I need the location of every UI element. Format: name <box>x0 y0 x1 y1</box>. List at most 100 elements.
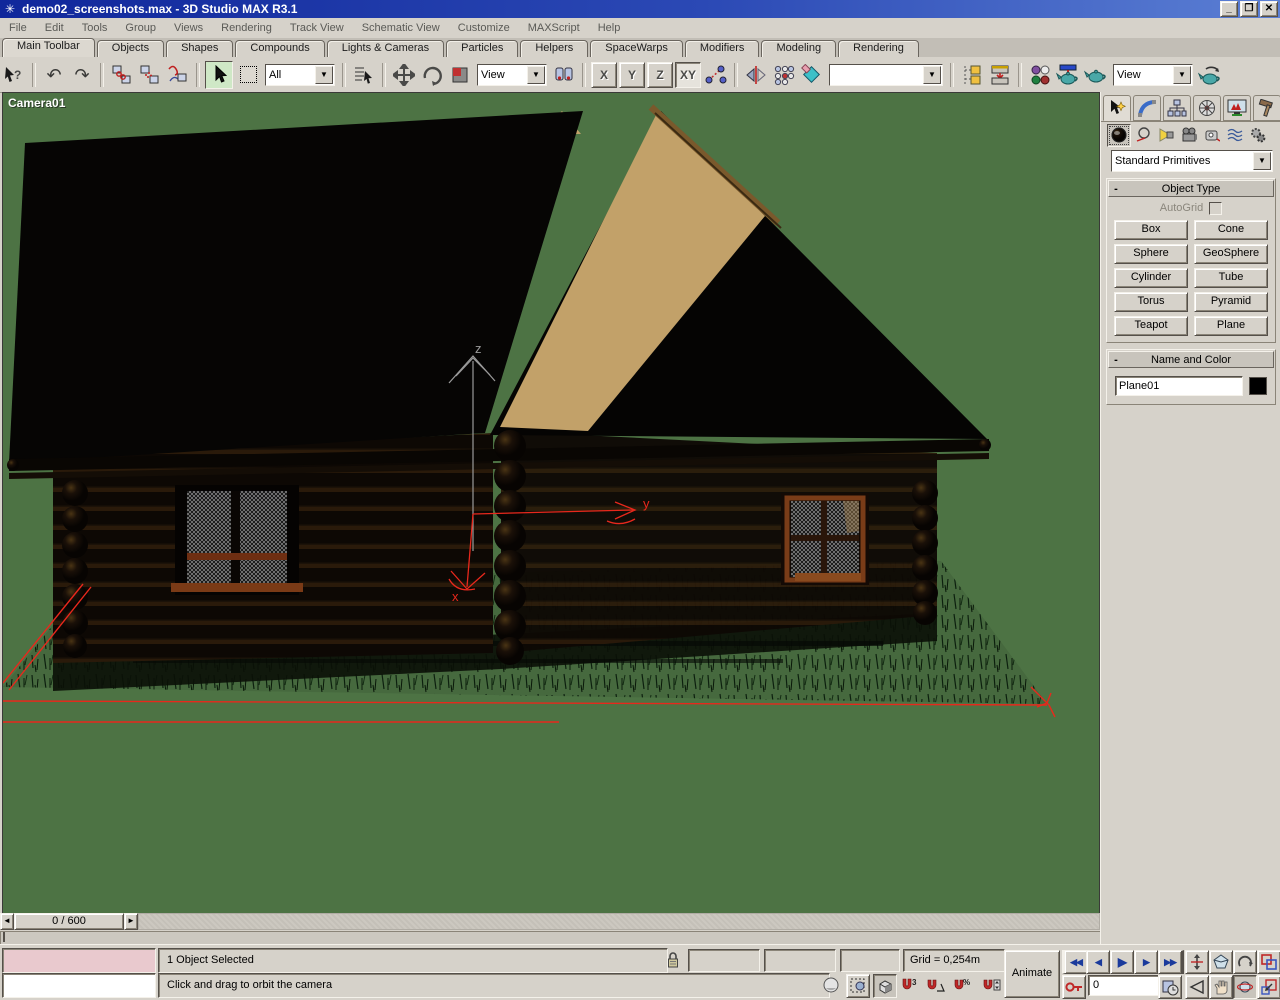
unlink-selection-icon[interactable] <box>137 62 163 88</box>
maxscript-mini-listener-script[interactable] <box>2 973 156 998</box>
mirror-icon[interactable] <box>743 62 769 88</box>
time-slider-track[interactable] <box>138 913 1100 930</box>
maxscript-mini-listener-macro[interactable] <box>2 948 156 973</box>
tab-modifiers[interactable]: Modifiers <box>685 40 760 57</box>
tab-objects[interactable]: Objects <box>97 40 164 57</box>
close-button[interactable]: ✕ <box>1260 1 1278 17</box>
chevron-down-icon[interactable]: ▼ <box>923 66 941 84</box>
chevron-down-icon[interactable]: ▼ <box>1253 152 1271 170</box>
selection-filter-dropdown[interactable]: All▼ <box>265 64 335 86</box>
box-button[interactable]: Box <box>1114 220 1188 240</box>
named-selection-sets-dropdown[interactable]: ▼ <box>829 64 943 86</box>
shapes-icon[interactable] <box>1132 125 1154 146</box>
sphere-button[interactable]: Sphere <box>1114 244 1188 264</box>
min-max-toggle-icon[interactable] <box>1257 975 1280 999</box>
modify-tab[interactable] <box>1133 95 1161 121</box>
percent-snap-icon[interactable]: % <box>951 974 973 996</box>
menu-track-view[interactable]: Track View <box>281 19 353 37</box>
material-editor-icon[interactable] <box>1027 62 1053 88</box>
menu-schematic-view[interactable]: Schematic View <box>353 19 449 37</box>
quick-render-icon[interactable] <box>1083 62 1109 88</box>
menu-file[interactable]: File <box>0 19 36 37</box>
viewport-label[interactable]: Camera01 <box>8 96 65 110</box>
tab-helpers[interactable]: Helpers <box>520 40 588 57</box>
tab-spacewarps[interactable]: SpaceWarps <box>590 40 683 57</box>
key-mode-toggle-icon[interactable] <box>1062 975 1086 999</box>
goto-end-button[interactable]: ▶▶ <box>1158 950 1184 974</box>
menu-rendering[interactable]: Rendering <box>212 19 281 37</box>
primitive-category-dropdown[interactable]: Standard Primitives ▼ <box>1111 150 1273 172</box>
tab-particles[interactable]: Particles <box>446 40 518 57</box>
track-view-icon[interactable] <box>959 62 985 88</box>
systems-icon[interactable] <box>1247 125 1269 146</box>
time-configuration-icon[interactable] <box>1158 975 1182 999</box>
coordinate-y-field[interactable] <box>764 949 836 972</box>
help-mode-icon[interactable]: ? <box>1 62 27 88</box>
time-slider-handle[interactable]: 0 / 600 <box>14 913 124 930</box>
bind-to-spacewarp-icon[interactable] <box>165 62 191 88</box>
collapse-icon[interactable]: - <box>1109 354 1123 366</box>
tab-shapes[interactable]: Shapes <box>166 40 233 57</box>
hierarchy-tab[interactable] <box>1163 95 1191 121</box>
display-tab[interactable] <box>1223 95 1251 121</box>
tab-lights-cameras[interactable]: Lights & Cameras <box>327 40 444 57</box>
coordinate-x-field[interactable] <box>688 949 760 972</box>
torus-button[interactable]: Torus <box>1114 292 1188 312</box>
align-icon[interactable] <box>799 62 825 88</box>
camera-viewport[interactable]: z y x <box>2 92 1100 914</box>
tab-modeling[interactable]: Modeling <box>761 40 836 57</box>
cylinder-button[interactable]: Cylinder <box>1114 268 1188 288</box>
use-pivot-center-icon[interactable] <box>551 62 577 88</box>
select-and-manipulate-icon[interactable] <box>703 62 729 88</box>
restrict-z-button[interactable]: Z <box>647 62 673 88</box>
truck-camera-icon[interactable] <box>1209 975 1233 999</box>
play-button[interactable]: ▶ <box>1110 950 1134 974</box>
goto-start-button[interactable]: ◀◀ <box>1062 950 1088 974</box>
redo-icon[interactable]: ↷ <box>69 62 95 88</box>
minimize-button[interactable]: _ <box>1220 1 1238 17</box>
track-bar-marker[interactable] <box>3 932 5 942</box>
autogrid-checkbox[interactable] <box>1209 202 1222 215</box>
geometry-icon[interactable] <box>1107 124 1131 147</box>
chevron-down-icon[interactable]: ▼ <box>1173 66 1191 84</box>
select-and-link-icon[interactable] <box>109 62 135 88</box>
angle-snap-icon[interactable] <box>925 974 947 996</box>
roll-camera-icon[interactable] <box>1233 950 1257 974</box>
menu-views[interactable]: Views <box>165 19 212 37</box>
window-crossing-toggle-icon[interactable] <box>846 974 870 998</box>
render-last-icon[interactable] <box>1197 62 1223 88</box>
snap-3d-icon[interactable]: 3 <box>899 974 921 996</box>
spinner-snap-icon[interactable] <box>981 974 1003 996</box>
plane-button[interactable]: Plane <box>1194 316 1268 336</box>
teapot-button[interactable]: Teapot <box>1114 316 1188 336</box>
helpers-icon[interactable] <box>1201 125 1223 146</box>
cone-button[interactable]: Cone <box>1194 220 1268 240</box>
restrict-x-button[interactable]: X <box>591 62 617 88</box>
space-warps-icon[interactable] <box>1224 125 1246 146</box>
field-of-view-icon[interactable] <box>1185 975 1209 999</box>
tab-main-toolbar[interactable]: Main Toolbar <box>2 38 95 57</box>
select-by-name-icon[interactable] <box>351 62 377 88</box>
current-frame-field[interactable]: 0 <box>1088 975 1160 996</box>
reference-coordinate-dropdown[interactable]: View▼ <box>477 64 547 86</box>
time-slider-prev-arrow[interactable]: ◄ <box>0 913 14 930</box>
array-icon[interactable] <box>771 62 797 88</box>
degradation-override-cube-icon[interactable] <box>873 974 897 998</box>
coordinate-z-field[interactable] <box>840 949 900 972</box>
menu-help[interactable]: Help <box>589 19 630 37</box>
chevron-down-icon[interactable]: ▼ <box>315 66 333 84</box>
restore-button[interactable]: ❐ <box>1240 1 1258 17</box>
orbit-camera-icon[interactable] <box>1233 975 1257 999</box>
perspective-icon[interactable] <box>1209 950 1233 974</box>
render-type-dropdown[interactable]: View▼ <box>1113 64 1193 86</box>
menu-customize[interactable]: Customize <box>449 19 519 37</box>
title-bar[interactable]: ✳ demo02_screenshots.max - 3D Studio MAX… <box>0 0 1280 18</box>
selection-region-icon[interactable] <box>235 62 261 88</box>
geosphere-button[interactable]: GeoSphere <box>1194 244 1268 264</box>
restrict-y-button[interactable]: Y <box>619 62 645 88</box>
tube-button[interactable]: Tube <box>1194 268 1268 288</box>
motion-tab[interactable] <box>1193 95 1221 121</box>
object-color-swatch[interactable] <box>1249 377 1267 395</box>
object-name-input[interactable]: Plane01 <box>1115 376 1243 396</box>
menu-edit[interactable]: Edit <box>36 19 73 37</box>
